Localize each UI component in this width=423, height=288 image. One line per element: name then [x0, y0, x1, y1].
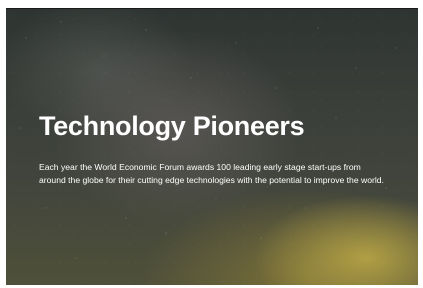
hero-description: Each year the World Economic Forum award…: [39, 162, 384, 185]
star-field-layer-secondary: [6, 8, 418, 285]
page-frame: Technology Pioneers Each year the World …: [0, 0, 423, 288]
hero-banner: Technology Pioneers Each year the World …: [6, 8, 418, 285]
top-divider: [6, 8, 418, 9]
hero-title: Technology Pioneers: [39, 111, 305, 141]
